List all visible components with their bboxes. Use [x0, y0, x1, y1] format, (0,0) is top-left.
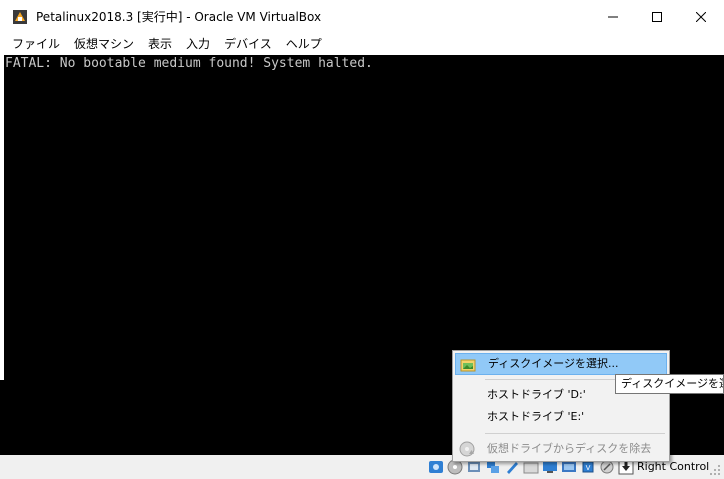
virtualbox-app-icon: [12, 9, 28, 25]
hard-disk-icon[interactable]: [428, 459, 444, 475]
menu-item-host-drive-e[interactable]: ホストドライブ 'E:': [455, 406, 667, 428]
menu-devices[interactable]: デバイス: [217, 34, 279, 55]
minimize-icon: [608, 16, 618, 18]
svg-text:V: V: [586, 464, 591, 472]
menu-item-label: ディスクイメージを選択...: [488, 357, 619, 370]
title-bar[interactable]: Petalinux2018.3 [実行中] - Oracle VM Virtua…: [0, 0, 724, 34]
tooltip: ディスクイメージを選択: [615, 374, 724, 394]
maximize-icon: [652, 12, 662, 22]
close-button[interactable]: [678, 0, 724, 34]
menu-help[interactable]: ヘルプ: [279, 34, 329, 55]
menu-item-label: ホストドライブ 'D:': [487, 388, 586, 401]
menu-item-label: ホストドライブ 'E:': [487, 410, 585, 423]
menu-machine[interactable]: 仮想マシン: [67, 34, 141, 55]
window-title: Petalinux2018.3 [実行中] - Oracle VM Virtua…: [36, 10, 322, 24]
minimize-button[interactable]: [590, 0, 636, 34]
menu-item-choose-disk-image[interactable]: ディスクイメージを選択...: [455, 353, 667, 375]
folder-image-icon: [460, 357, 476, 373]
menu-view[interactable]: 表示: [141, 34, 179, 55]
menu-item-remove-disk: 仮想ドライブからディスクを除去: [455, 438, 667, 460]
menu-input[interactable]: 入力: [179, 34, 217, 55]
menu-separator: [485, 433, 665, 434]
resize-grip-icon[interactable]: [708, 463, 722, 477]
menu-item-label: 仮想ドライブからディスクを除去: [487, 442, 652, 455]
console-output: FATAL: No bootable medium found! System …: [5, 56, 373, 71]
optical-drive-context-menu: ディスクイメージを選択... ホストドライブ 'D:' ホストドライブ 'E:'…: [452, 350, 670, 462]
menu-bar: ファイル 仮想マシン 表示 入力 デバイス ヘルプ: [0, 34, 724, 55]
eject-disc-icon: [459, 441, 475, 457]
close-icon: [696, 12, 706, 22]
menu-file[interactable]: ファイル: [5, 34, 67, 55]
maximize-button[interactable]: [634, 0, 680, 34]
